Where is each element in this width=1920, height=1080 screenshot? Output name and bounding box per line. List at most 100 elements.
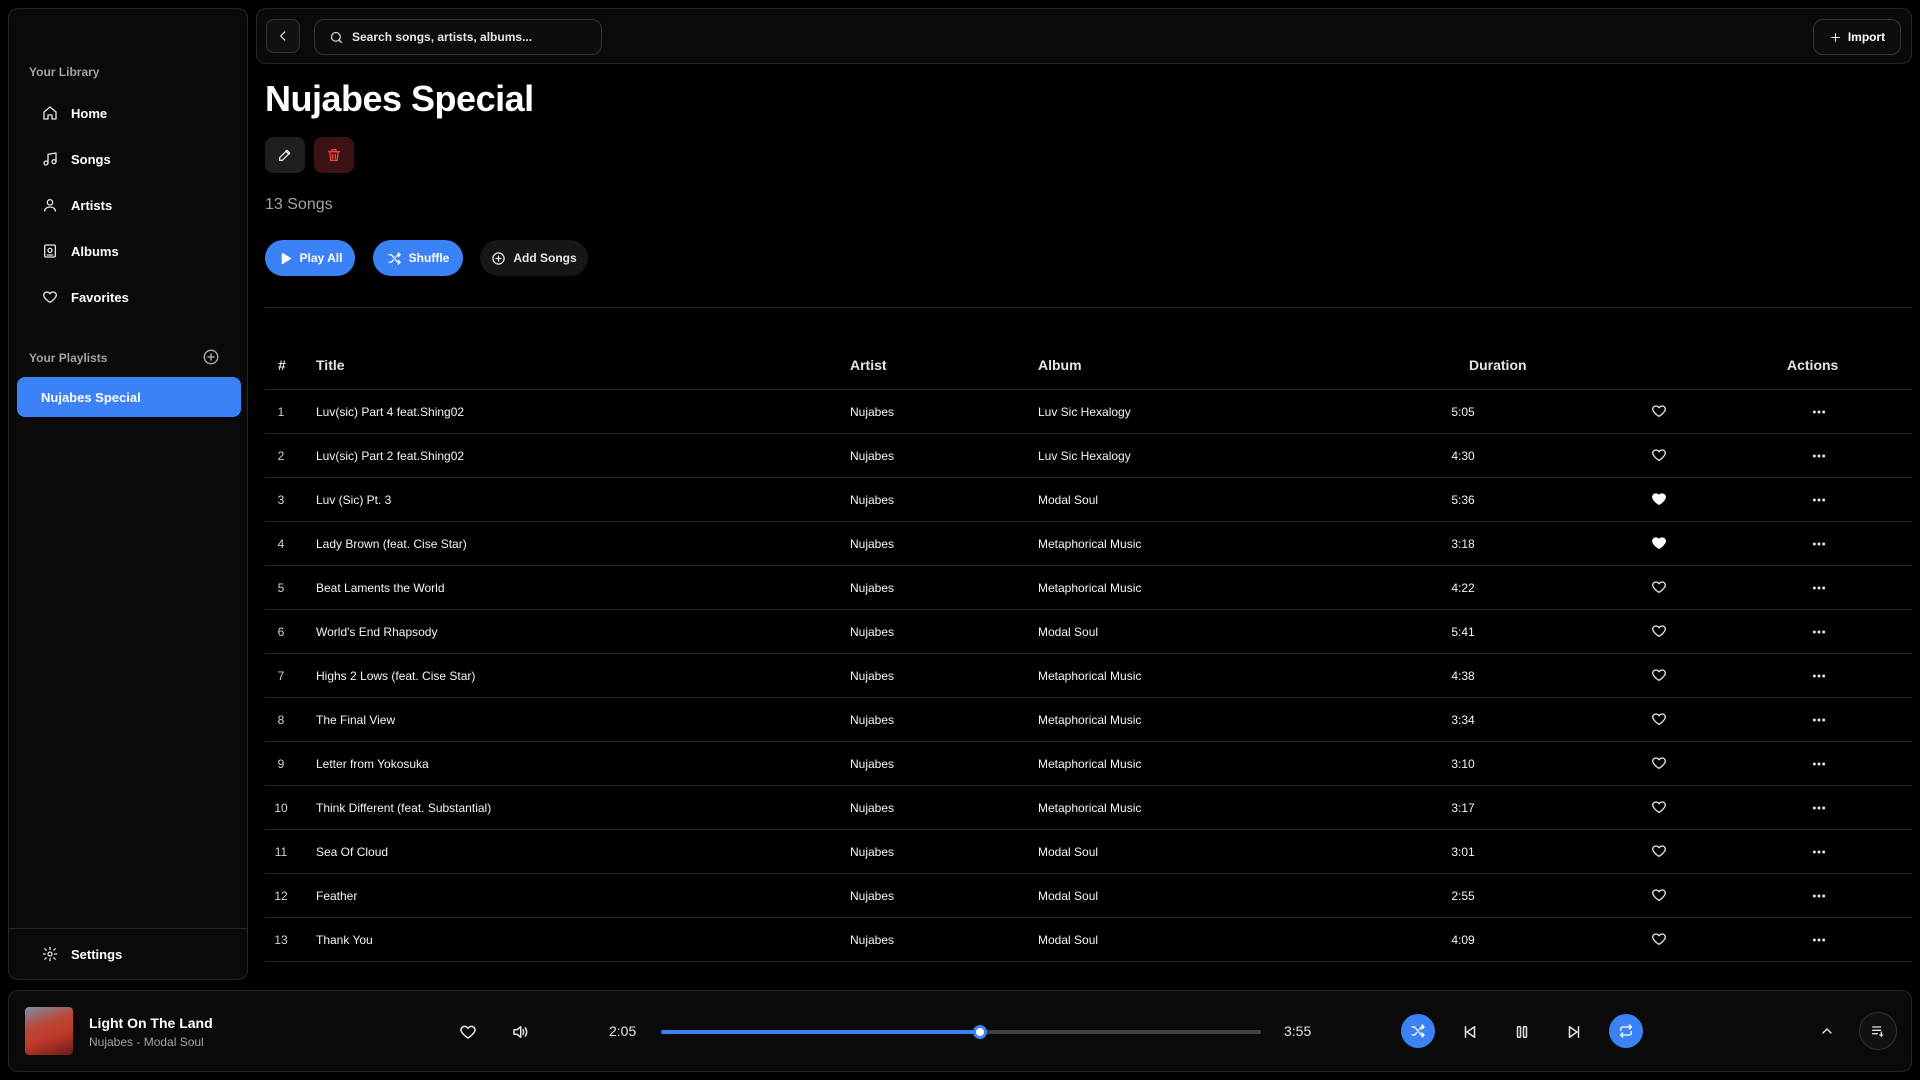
shuffle-button[interactable]: Shuffle — [373, 240, 463, 276]
import-button[interactable]: Import — [1813, 19, 1901, 55]
track-duration: 5:05 — [1451, 405, 1475, 419]
sidebar-item-albums[interactable]: Albums — [17, 231, 241, 271]
favorite-heart-icon[interactable] — [1651, 535, 1667, 551]
favorite-heart-icon[interactable] — [1651, 491, 1667, 507]
sidebar-item-label: Favorites — [71, 289, 129, 305]
more-options-icon[interactable] — [1811, 404, 1827, 420]
table-row[interactable]: 2 Luv(sic) Part 2 feat.Shing02 Nujabes Luv … — [265, 434, 1912, 478]
table-row[interactable]: 1 Luv(sic) Part 4 feat.Shing02 Nujabes Luv … — [265, 390, 1912, 434]
track-album[interactable]: Metaphorical Music — [1038, 654, 1141, 698]
track-album[interactable]: Modal Soul — [1038, 610, 1098, 654]
track-album[interactable]: Modal Soul — [1038, 830, 1098, 874]
more-options-icon[interactable] — [1811, 844, 1827, 860]
track-album[interactable]: Modal Soul — [1038, 918, 1098, 962]
track-album[interactable]: Metaphorical Music — [1038, 742, 1141, 786]
more-options-icon[interactable] — [1811, 448, 1827, 464]
table-row[interactable]: 4 Lady Brown (feat. Cise Star) Nujabes Meta… — [265, 522, 1912, 566]
more-options-icon[interactable] — [1811, 756, 1827, 772]
more-options-icon[interactable] — [1811, 932, 1827, 948]
playlist-item-nujabes-special[interactable]: Nujabes Special — [17, 377, 241, 417]
table-row[interactable]: 12 Feather Nujabes Modal Soul 2:55 — [265, 874, 1912, 918]
track-album[interactable]: Metaphorical Music — [1038, 522, 1141, 566]
sidebar-item-home[interactable]: Home — [17, 93, 241, 133]
table-row[interactable]: 7 Highs 2 Lows (feat. Cise Star) Nujabes Me… — [265, 654, 1912, 698]
repeat-toggle-button[interactable] — [1609, 1014, 1643, 1048]
sidebar-item-settings[interactable]: Settings — [17, 934, 241, 974]
favorite-heart-icon[interactable] — [1651, 667, 1667, 683]
more-options-icon[interactable] — [1811, 800, 1827, 816]
track-artist[interactable]: Nujabes — [850, 786, 894, 830]
table-row[interactable]: 6 World's End Rhapsody Nujabes Modal Soul 5:… — [265, 610, 1912, 654]
favorite-heart-icon[interactable] — [1651, 403, 1667, 419]
track-artist[interactable]: Nujabes — [850, 566, 894, 610]
play-all-button[interactable]: Play All — [265, 240, 355, 276]
delete-playlist-button[interactable] — [314, 137, 354, 173]
back-button[interactable] — [266, 19, 300, 53]
favorite-heart-icon[interactable] — [1651, 623, 1667, 639]
more-options-icon[interactable] — [1811, 580, 1827, 596]
table-row[interactable]: 3 Luv (Sic) Pt. 3 Nujabes Modal Soul 5:36 — [265, 478, 1912, 522]
playlist-title: Nujabes Special — [265, 78, 534, 119]
playlists-heading: Your Playlists — [29, 351, 108, 365]
track-artist[interactable]: Nujabes — [850, 478, 894, 522]
more-options-icon[interactable] — [1811, 536, 1827, 552]
sidebar-item-favorites[interactable]: Favorites — [17, 277, 241, 317]
track-album[interactable]: Luv Sic Hexalogy — [1038, 390, 1131, 434]
add-songs-button[interactable]: Add Songs — [480, 240, 588, 276]
track-artist[interactable]: Nujabes — [850, 874, 894, 918]
track-album[interactable]: Metaphorical Music — [1038, 566, 1141, 610]
favorite-heart-icon[interactable] — [1651, 755, 1667, 771]
track-artist[interactable]: Nujabes — [850, 610, 894, 654]
track-album[interactable]: Luv Sic Hexalogy — [1038, 434, 1131, 478]
like-icon[interactable] — [459, 1023, 477, 1041]
table-row[interactable]: 8 The Final View Nujabes Metaphorical Music… — [265, 698, 1912, 742]
more-options-icon[interactable] — [1811, 624, 1827, 640]
sidebar-item-artists[interactable]: Artists — [17, 185, 241, 225]
more-options-icon[interactable] — [1811, 888, 1827, 904]
favorite-heart-icon[interactable] — [1651, 887, 1667, 903]
more-options-icon[interactable] — [1811, 668, 1827, 684]
current-time: 2:05 — [609, 1023, 637, 1039]
track-number: 5 — [277, 581, 285, 595]
favorite-heart-icon[interactable] — [1651, 579, 1667, 595]
favorite-heart-icon[interactable] — [1651, 931, 1667, 947]
favorite-heart-icon[interactable] — [1651, 799, 1667, 815]
edit-playlist-button[interactable] — [265, 137, 305, 173]
search-input[interactable] — [352, 30, 592, 44]
table-row[interactable]: 10 Think Different (feat. Substantial) Nuj… — [265, 786, 1912, 830]
next-icon[interactable] — [1565, 1023, 1583, 1041]
track-title: Beat Laments the World — [316, 581, 445, 595]
track-album[interactable]: Metaphorical Music — [1038, 698, 1141, 742]
table-row[interactable]: 5 Beat Laments the World Nujabes Metaphoric… — [265, 566, 1912, 610]
favorite-heart-icon[interactable] — [1651, 843, 1667, 859]
queue-button[interactable] — [1859, 1012, 1897, 1050]
more-options-icon[interactable] — [1811, 712, 1827, 728]
track-artist[interactable]: Nujabes — [850, 434, 894, 478]
progress-bar[interactable] — [661, 1025, 1261, 1039]
favorite-heart-icon[interactable] — [1651, 447, 1667, 463]
track-album[interactable]: Modal Soul — [1038, 874, 1098, 918]
chevron-up-icon[interactable] — [1819, 1023, 1835, 1039]
previous-icon[interactable] — [1461, 1023, 1479, 1041]
favorite-heart-icon[interactable] — [1651, 711, 1667, 727]
volume-icon[interactable] — [511, 1023, 529, 1041]
progress-handle[interactable] — [973, 1025, 988, 1039]
track-artist[interactable]: Nujabes — [850, 390, 894, 434]
pause-icon[interactable] — [1513, 1023, 1531, 1041]
table-row[interactable]: 11 Sea Of Cloud Nujabes Modal Soul 3:01 — [265, 830, 1912, 874]
track-artist[interactable]: Nujabes — [850, 522, 894, 566]
more-options-icon[interactable] — [1811, 492, 1827, 508]
sidebar-item-songs[interactable]: Songs — [17, 139, 241, 179]
track-artist[interactable]: Nujabes — [850, 918, 894, 962]
track-album[interactable]: Modal Soul — [1038, 478, 1098, 522]
search-box — [314, 19, 602, 55]
table-row[interactable]: 13 Thank You Nujabes Modal Soul 4:09 — [265, 918, 1912, 962]
track-artist[interactable]: Nujabes — [850, 830, 894, 874]
add-playlist-icon[interactable] — [202, 348, 220, 366]
track-album[interactable]: Metaphorical Music — [1038, 786, 1141, 830]
track-artist[interactable]: Nujabes — [850, 742, 894, 786]
track-artist[interactable]: Nujabes — [850, 698, 894, 742]
track-artist[interactable]: Nujabes — [850, 654, 894, 698]
table-row[interactable]: 9 Letter from Yokosuka Nujabes Metaphorical… — [265, 742, 1912, 786]
shuffle-toggle-button[interactable] — [1401, 1014, 1435, 1048]
